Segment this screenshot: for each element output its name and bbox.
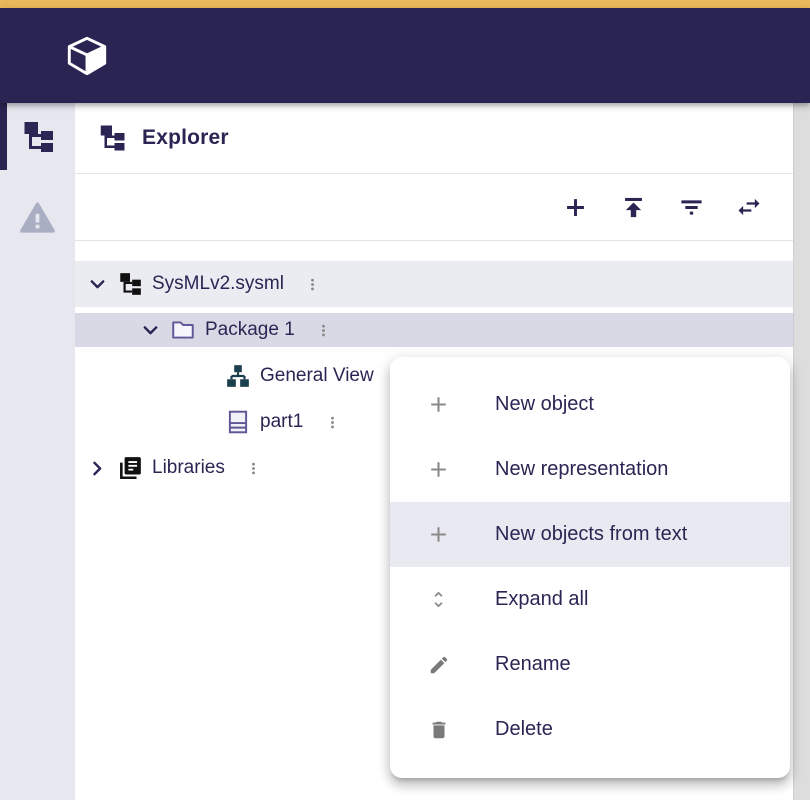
part-icon <box>225 409 251 435</box>
plus-icon <box>426 522 451 547</box>
swap-horizontal-icon <box>735 193 763 221</box>
filter-list-icon <box>678 194 705 221</box>
kebab-menu-icon[interactable] <box>243 457 265 479</box>
left-sidebar <box>0 103 75 800</box>
menu-item-expand-all[interactable]: Expand all <box>390 567 790 632</box>
sidebar-item-explorer[interactable] <box>0 103 75 170</box>
synchronize-button[interactable] <box>731 189 767 225</box>
tree-icon <box>97 123 127 153</box>
plus-icon <box>426 392 451 417</box>
warning-icon <box>19 199 56 236</box>
chevron-down-icon[interactable] <box>138 318 162 342</box>
add-button[interactable] <box>557 189 593 225</box>
menu-item-new-representation[interactable]: New representation <box>390 437 790 502</box>
app-window: Explorer <box>0 0 810 800</box>
plus-icon <box>562 194 589 221</box>
publish-icon <box>620 194 647 221</box>
panel-title: Explorer <box>142 126 229 150</box>
model-tree-icon <box>117 271 143 297</box>
diagram-icon <box>225 363 251 389</box>
menu-item-label: New object <box>495 393 594 416</box>
plus-icon <box>426 457 451 482</box>
context-menu: New object New representation New object… <box>390 357 790 778</box>
kebab-menu-icon[interactable] <box>321 411 343 433</box>
menu-item-label: Delete <box>495 718 553 741</box>
scrollbar[interactable] <box>793 103 810 800</box>
chevron-right-icon[interactable] <box>85 456 109 480</box>
pencil-icon <box>426 654 451 676</box>
menu-item-new-object[interactable]: New object <box>390 372 790 437</box>
tree-item-label: SysMLv2.sysml <box>152 273 284 295</box>
sidebar-item-validation[interactable] <box>0 195 75 240</box>
tree-item-label: Package 1 <box>205 319 295 341</box>
explorer-header: Explorer <box>75 103 793 173</box>
menu-item-delete[interactable]: Delete <box>390 697 790 762</box>
cube-icon <box>62 31 112 81</box>
tree-item-label: part1 <box>260 411 303 433</box>
menu-item-label: New representation <box>495 458 668 481</box>
tree-row-sysmlv2[interactable]: SysMLv2.sysml <box>75 261 793 307</box>
menu-item-label: Expand all <box>495 588 588 611</box>
chevron-down-icon[interactable] <box>85 272 109 296</box>
kebab-menu-icon[interactable] <box>313 319 335 341</box>
tree-row-package1[interactable]: Package 1 <box>75 307 793 353</box>
home-logo-button[interactable] <box>62 31 112 81</box>
app-header <box>0 8 810 103</box>
tree-item-label: Libraries <box>152 457 225 479</box>
unfold-more-icon <box>426 589 451 610</box>
trash-icon <box>426 719 451 741</box>
menu-item-rename[interactable]: Rename <box>390 632 790 697</box>
libraries-icon <box>117 455 143 481</box>
folder-icon <box>170 317 196 343</box>
tree-item-label: General View <box>260 365 374 387</box>
upload-button[interactable] <box>615 189 651 225</box>
accent-strip <box>0 0 810 8</box>
kebab-menu-icon[interactable] <box>302 273 324 295</box>
menu-item-label: New objects from text <box>495 523 687 546</box>
filter-button[interactable] <box>673 189 709 225</box>
tree-icon <box>20 119 56 155</box>
menu-item-label: Rename <box>495 653 571 676</box>
explorer-toolbar <box>75 174 793 240</box>
menu-item-new-objects-from-text[interactable]: New objects from text <box>390 502 790 567</box>
